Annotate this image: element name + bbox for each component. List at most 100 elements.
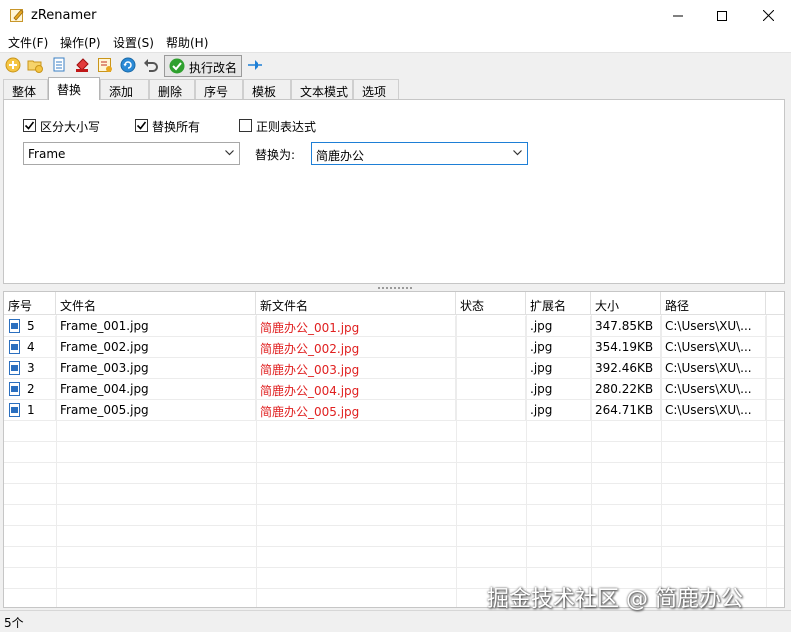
tab-label: 选项 (362, 85, 387, 99)
column-header-index[interactable]: 序号 (4, 292, 56, 315)
pin-icon[interactable] (247, 57, 263, 73)
clear-icon[interactable] (74, 57, 90, 73)
app-logo-icon (10, 9, 24, 22)
tab-label: 删除 (158, 85, 183, 99)
maximize-icon (717, 10, 727, 21)
replace-all-label: 替换所有 (152, 120, 201, 134)
replace-combobox[interactable]: 简鹿办公 (311, 142, 528, 165)
table-row[interactable]: 4 Frame_002.jpg 简鹿办公_002.jpg .jpg 354.19… (4, 337, 784, 358)
cell-extension: .jpg (526, 316, 591, 337)
watermark: 掘金技术社区 @ 简鹿办公 (487, 587, 743, 612)
minimize-button[interactable] (655, 0, 701, 31)
table-row[interactable]: 3 Frame_003.jpg 简鹿办公_003.jpg .jpg 392.46… (4, 358, 784, 379)
cell-index: 3 (4, 358, 56, 379)
title-bar: zRenamer (0, 0, 791, 31)
cell-new-filename: 简鹿办公_001.jpg (256, 316, 456, 337)
cell-path: C:\Users\XU\... (661, 379, 766, 400)
toolbar: 执行改名 (0, 52, 791, 78)
cell-status (456, 316, 526, 337)
maximize-button[interactable] (699, 0, 745, 31)
cell-new-filename: 简鹿办公_005.jpg (256, 400, 456, 421)
tab-strip: 整体 替换 添加 删除 序号 模板 文本模式 选项 (0, 77, 791, 100)
tab-replace[interactable]: 替换 (48, 77, 100, 100)
cell-filename: Frame_002.jpg (56, 337, 256, 358)
cell-status (456, 400, 526, 421)
column-header-size[interactable]: 大小 (591, 292, 661, 315)
add-folder-icon[interactable] (27, 57, 43, 73)
cell-status (456, 337, 526, 358)
tab-label: 替换 (57, 83, 82, 97)
tab-label: 序号 (204, 85, 229, 99)
cell-filename: Frame_001.jpg (56, 316, 256, 337)
tab-options[interactable]: 选项 (353, 79, 399, 100)
cell-index: 2 (4, 379, 56, 400)
tab-text-mode[interactable]: 文本模式 (291, 79, 353, 100)
checkmark-icon (136, 121, 147, 130)
checkmark-icon (24, 121, 35, 130)
check-circle-icon (169, 58, 185, 74)
replace-all-checkbox[interactable]: 替换所有 (135, 119, 205, 134)
menu-settings[interactable]: 设置(S) (113, 34, 154, 51)
copy-icon[interactable] (51, 57, 67, 73)
menu-bar: 文件(F) 操作(P) 设置(S) 帮助(H) (0, 31, 791, 52)
column-header-new-filename[interactable]: 新文件名 (256, 292, 456, 315)
cell-extension: .jpg (526, 400, 591, 421)
case-sensitive-label: 区分大小写 (40, 120, 101, 134)
tab-sequence[interactable]: 序号 (195, 79, 243, 100)
column-header-status[interactable]: 状态 (456, 292, 526, 315)
tab-delete[interactable]: 删除 (149, 79, 195, 100)
chevron-down-icon (513, 150, 522, 156)
row-index: 5 (27, 319, 35, 333)
cell-path: C:\Users\XU\... (661, 337, 766, 358)
close-button[interactable] (745, 0, 791, 31)
menu-file[interactable]: 文件(F) (8, 34, 48, 51)
file-icon (9, 319, 20, 333)
table-row[interactable]: 1 Frame_005.jpg 简鹿办公_005.jpg .jpg 264.71… (4, 400, 784, 421)
cell-new-filename: 简鹿办公_002.jpg (256, 337, 456, 358)
regex-checkbox[interactable]: 正则表达式 (239, 119, 319, 134)
cell-extension: .jpg (526, 337, 591, 358)
table-row[interactable]: 2 Frame_004.jpg 简鹿办公_004.jpg .jpg 280.22… (4, 379, 784, 400)
file-icon (9, 382, 20, 396)
cell-filename: Frame_005.jpg (56, 400, 256, 421)
menu-help[interactable]: 帮助(H) (166, 34, 208, 51)
cell-index: 4 (4, 337, 56, 358)
table-row[interactable]: 5 Frame_001.jpg 简鹿办公_001.jpg .jpg 347.85… (4, 316, 784, 337)
column-header-filename[interactable]: 文件名 (56, 292, 256, 315)
tab-add[interactable]: 添加 (100, 79, 149, 100)
find-combobox[interactable]: Frame (23, 142, 240, 165)
cell-new-filename: 简鹿办公_003.jpg (256, 358, 456, 379)
tab-overall[interactable]: 整体 (3, 79, 48, 100)
close-icon (762, 10, 774, 21)
status-bar: 5个 (0, 610, 791, 632)
tab-label: 添加 (109, 85, 134, 99)
add-icon[interactable] (5, 57, 21, 73)
table-header: 序号 文件名 新文件名 状态 扩展名 大小 路径 (4, 292, 784, 315)
cell-filename: Frame_004.jpg (56, 379, 256, 400)
row-index: 3 (27, 361, 35, 375)
cell-size: 392.46KB (591, 358, 661, 379)
cell-size: 354.19KB (591, 337, 661, 358)
menu-operate[interactable]: 操作(P) (60, 34, 101, 51)
row-index: 2 (27, 382, 35, 396)
undo-icon[interactable] (143, 57, 159, 73)
file-icon (9, 403, 20, 417)
cell-filename: Frame_003.jpg (56, 358, 256, 379)
refresh-icon[interactable] (120, 57, 136, 73)
case-sensitive-checkbox[interactable]: 区分大小写 (23, 119, 103, 134)
regex-label: 正则表达式 (256, 120, 317, 134)
column-header-path[interactable]: 路径 (661, 292, 766, 315)
splitter-handle[interactable] (378, 287, 412, 289)
execute-rename-button[interactable]: 执行改名 (164, 55, 242, 77)
tab-label: 文本模式 (300, 85, 349, 99)
edit-list-icon[interactable] (97, 57, 113, 73)
tab-label: 整体 (12, 85, 37, 99)
cell-path: C:\Users\XU\... (661, 358, 766, 379)
row-index: 4 (27, 340, 35, 354)
file-list: 序号 文件名 新文件名 状态 扩展名 大小 路径 5 Frame_001.jpg… (3, 291, 785, 608)
cell-path: C:\Users\XU\... (661, 316, 766, 337)
column-header-extension[interactable]: 扩展名 (526, 292, 591, 315)
tab-template[interactable]: 模板 (243, 79, 291, 100)
cell-status (456, 379, 526, 400)
find-value: Frame (28, 147, 66, 161)
